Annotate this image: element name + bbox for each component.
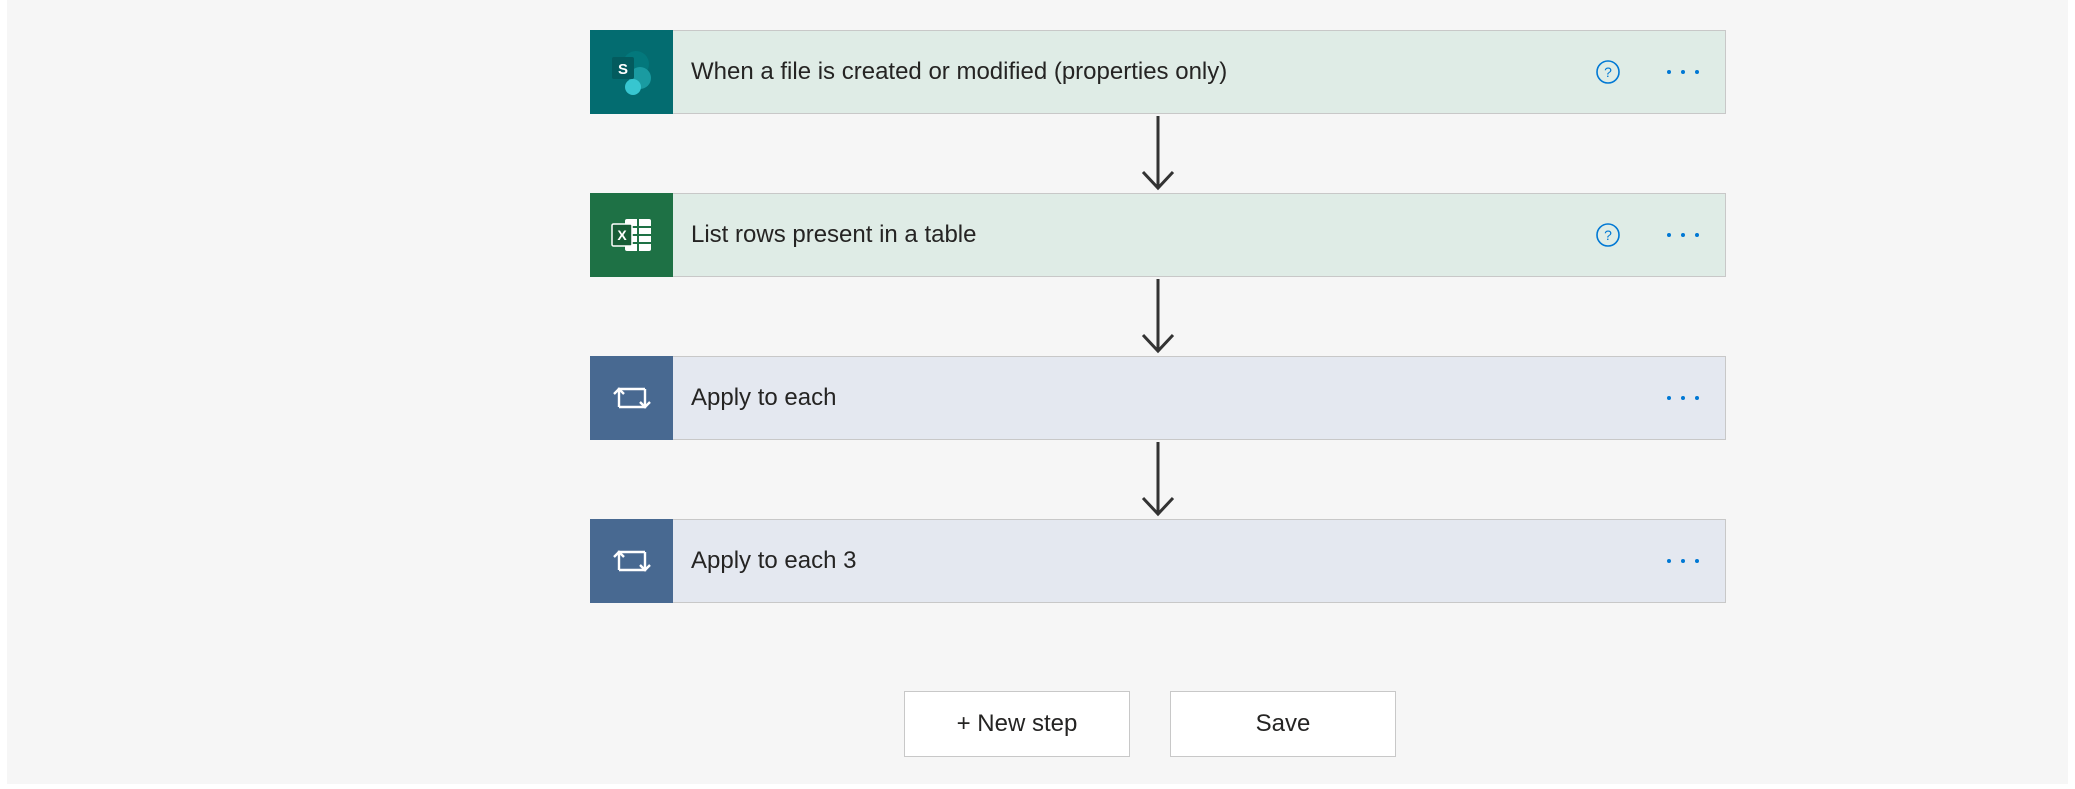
loop-icon xyxy=(590,519,673,603)
connector-arrow-icon xyxy=(1141,116,1175,191)
connector-arrow-icon xyxy=(1141,442,1175,517)
flow-step-apply-to-each[interactable]: Apply to each xyxy=(590,356,1726,440)
excel-icon: X xyxy=(590,193,673,277)
connector-arrow-icon xyxy=(1141,279,1175,354)
step-title: Apply to each xyxy=(691,384,837,411)
more-options-icon[interactable] xyxy=(1661,546,1705,576)
help-icon[interactable]: ? xyxy=(1593,220,1623,250)
save-button[interactable]: Save xyxy=(1170,691,1396,757)
loop-icon xyxy=(590,356,673,440)
step-title: Apply to each 3 xyxy=(691,547,857,574)
flow-step-trigger[interactable]: S When a file is created or modified (pr… xyxy=(590,30,1726,114)
step-title: List rows present in a table xyxy=(691,221,977,248)
svg-text:?: ? xyxy=(1604,227,1612,243)
more-options-icon[interactable] xyxy=(1661,220,1705,250)
new-step-button[interactable]: + New step xyxy=(904,691,1130,757)
flow-step-list-rows[interactable]: X List rows present in a table ? xyxy=(590,193,1726,277)
step-title: When a file is created or modified (prop… xyxy=(691,58,1228,85)
svg-text:?: ? xyxy=(1604,64,1612,80)
svg-text:X: X xyxy=(617,227,627,243)
help-icon[interactable]: ? xyxy=(1593,57,1623,87)
flow-step-apply-to-each-3[interactable]: Apply to each 3 xyxy=(590,519,1726,603)
sharepoint-icon: S xyxy=(590,30,673,114)
more-options-icon[interactable] xyxy=(1661,383,1705,413)
more-options-icon[interactable] xyxy=(1661,57,1705,87)
svg-text:S: S xyxy=(617,61,627,78)
flow-canvas: S When a file is created or modified (pr… xyxy=(7,0,2068,784)
